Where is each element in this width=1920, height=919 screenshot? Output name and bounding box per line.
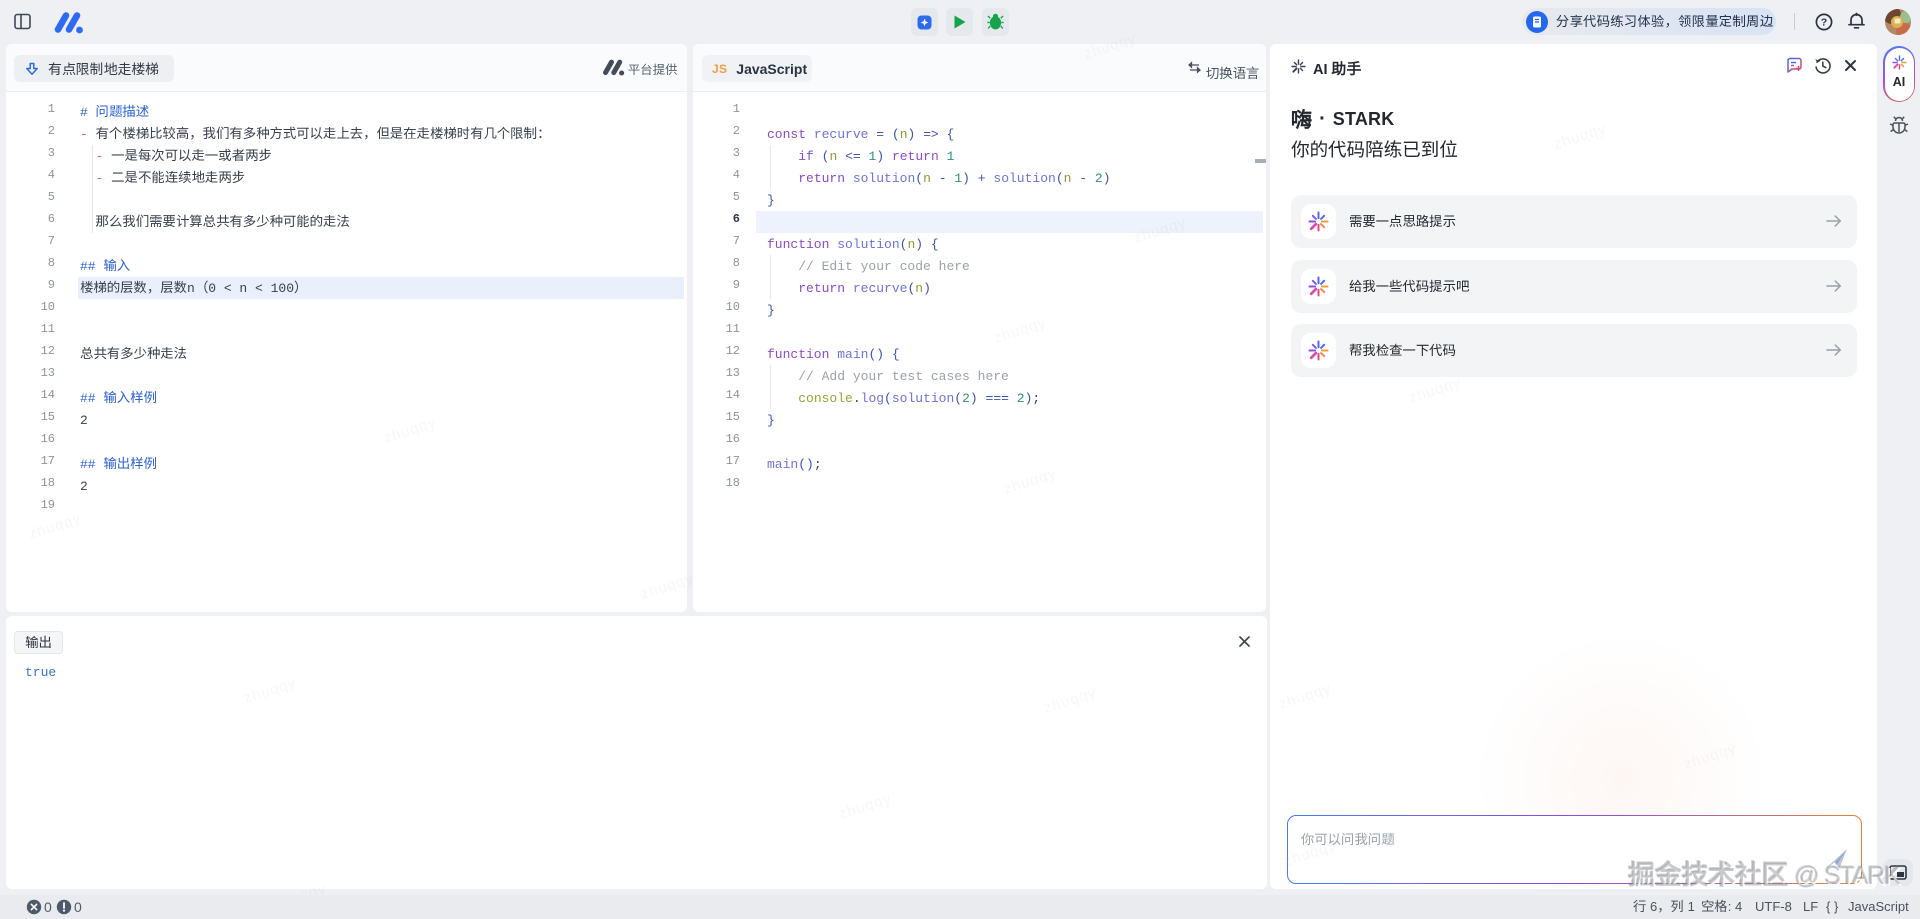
svg-text:?: ? xyxy=(1821,17,1827,29)
